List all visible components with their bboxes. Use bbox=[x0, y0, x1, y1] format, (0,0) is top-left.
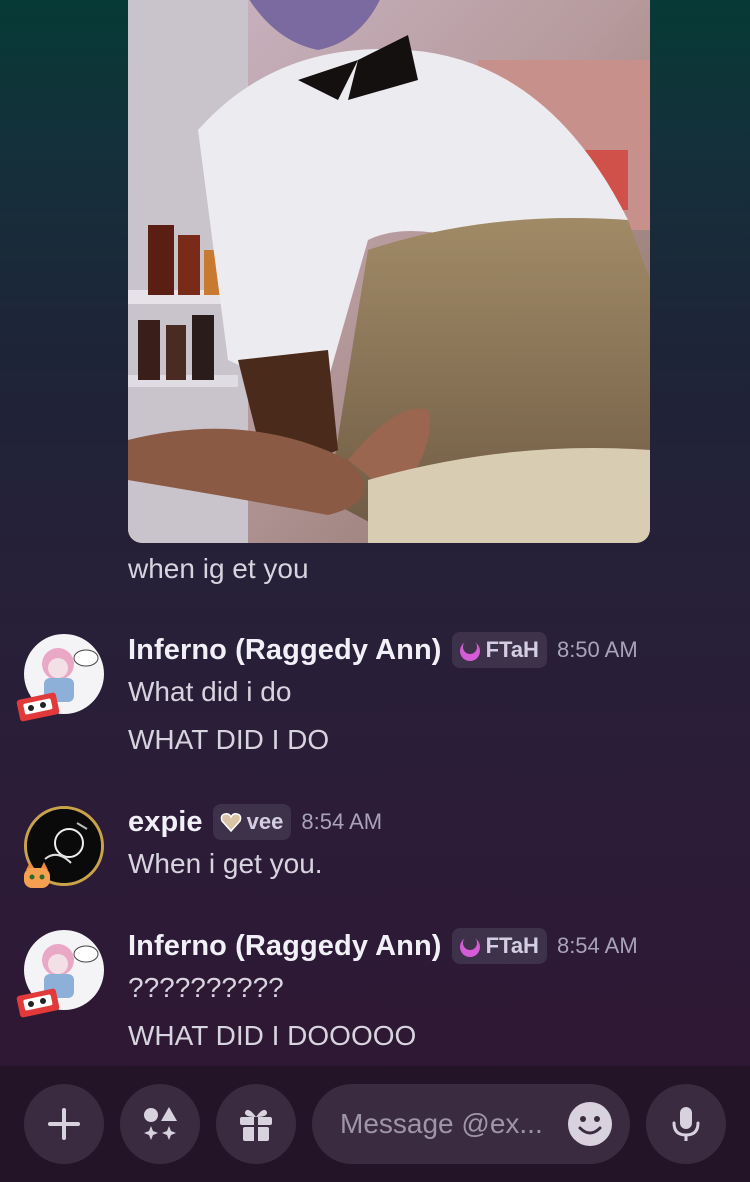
message-text: ?????????? bbox=[128, 972, 284, 1003]
cassette-decoration-icon bbox=[16, 988, 60, 1018]
message-text: WHAT DID I DO bbox=[128, 724, 330, 755]
message-composer: Message @ex... bbox=[0, 1066, 750, 1182]
message-header: expie vee 8:54 AM bbox=[128, 802, 382, 842]
emoji-icon bbox=[578, 1116, 602, 1135]
server-tag-label: FTaH bbox=[485, 933, 539, 958]
voice-message-button[interactable] bbox=[646, 1084, 726, 1164]
image-attachment[interactable] bbox=[128, 0, 650, 543]
attach-button[interactable] bbox=[24, 1084, 104, 1164]
timestamp: 8:54 AM bbox=[556, 933, 638, 958]
pink-crescent-icon bbox=[459, 936, 480, 957]
microphone-icon bbox=[672, 1107, 700, 1141]
message-header: Inferno (Raggedy Ann) FTaH 8:50 AM bbox=[128, 630, 638, 670]
attachment-caption: when ig et you bbox=[128, 553, 309, 584]
avatar[interactable] bbox=[16, 634, 104, 722]
server-tag[interactable]: FTaH bbox=[451, 632, 547, 668]
message-header: Inferno (Raggedy Ann) FTaH 8:54 AM bbox=[128, 926, 638, 966]
avatar[interactable] bbox=[24, 806, 104, 888]
gift-icon bbox=[240, 1109, 272, 1141]
server-tag-label: vee bbox=[246, 809, 284, 834]
server-tag-label: FTaH bbox=[485, 637, 539, 662]
server-tag[interactable]: vee bbox=[212, 804, 292, 840]
message-text: WHAT DID I DOOOOO bbox=[128, 1020, 417, 1051]
plus-icon bbox=[48, 1108, 80, 1140]
timestamp: 8:50 AM bbox=[556, 637, 638, 662]
username[interactable]: Inferno (Raggedy Ann) bbox=[128, 634, 442, 667]
message-input[interactable]: Message @ex... bbox=[312, 1084, 630, 1164]
timestamp: 8:54 AM bbox=[301, 809, 383, 834]
server-tag[interactable]: FTaH bbox=[451, 928, 547, 964]
heart-badge-icon bbox=[220, 813, 241, 833]
apps-icon bbox=[144, 1107, 177, 1140]
message-input-placeholder: Message @ex... bbox=[340, 1108, 543, 1139]
gift-button[interactable] bbox=[216, 1084, 296, 1164]
username[interactable]: Inferno (Raggedy Ann) bbox=[128, 930, 442, 963]
attachment-photo bbox=[128, 0, 650, 543]
cat-decoration-icon bbox=[24, 862, 50, 888]
username[interactable]: expie bbox=[128, 806, 203, 839]
avatar[interactable] bbox=[16, 930, 104, 1018]
message-text: When i get you. bbox=[128, 848, 323, 879]
cassette-decoration-icon bbox=[16, 692, 60, 722]
emoji-button[interactable] bbox=[568, 1102, 612, 1146]
message-text: What did i do bbox=[128, 676, 292, 707]
pink-crescent-icon bbox=[459, 640, 480, 661]
apps-button[interactable] bbox=[120, 1084, 200, 1164]
message-list: when ig et you Inferno (Raggedy Ann) FTa… bbox=[0, 0, 750, 1066]
